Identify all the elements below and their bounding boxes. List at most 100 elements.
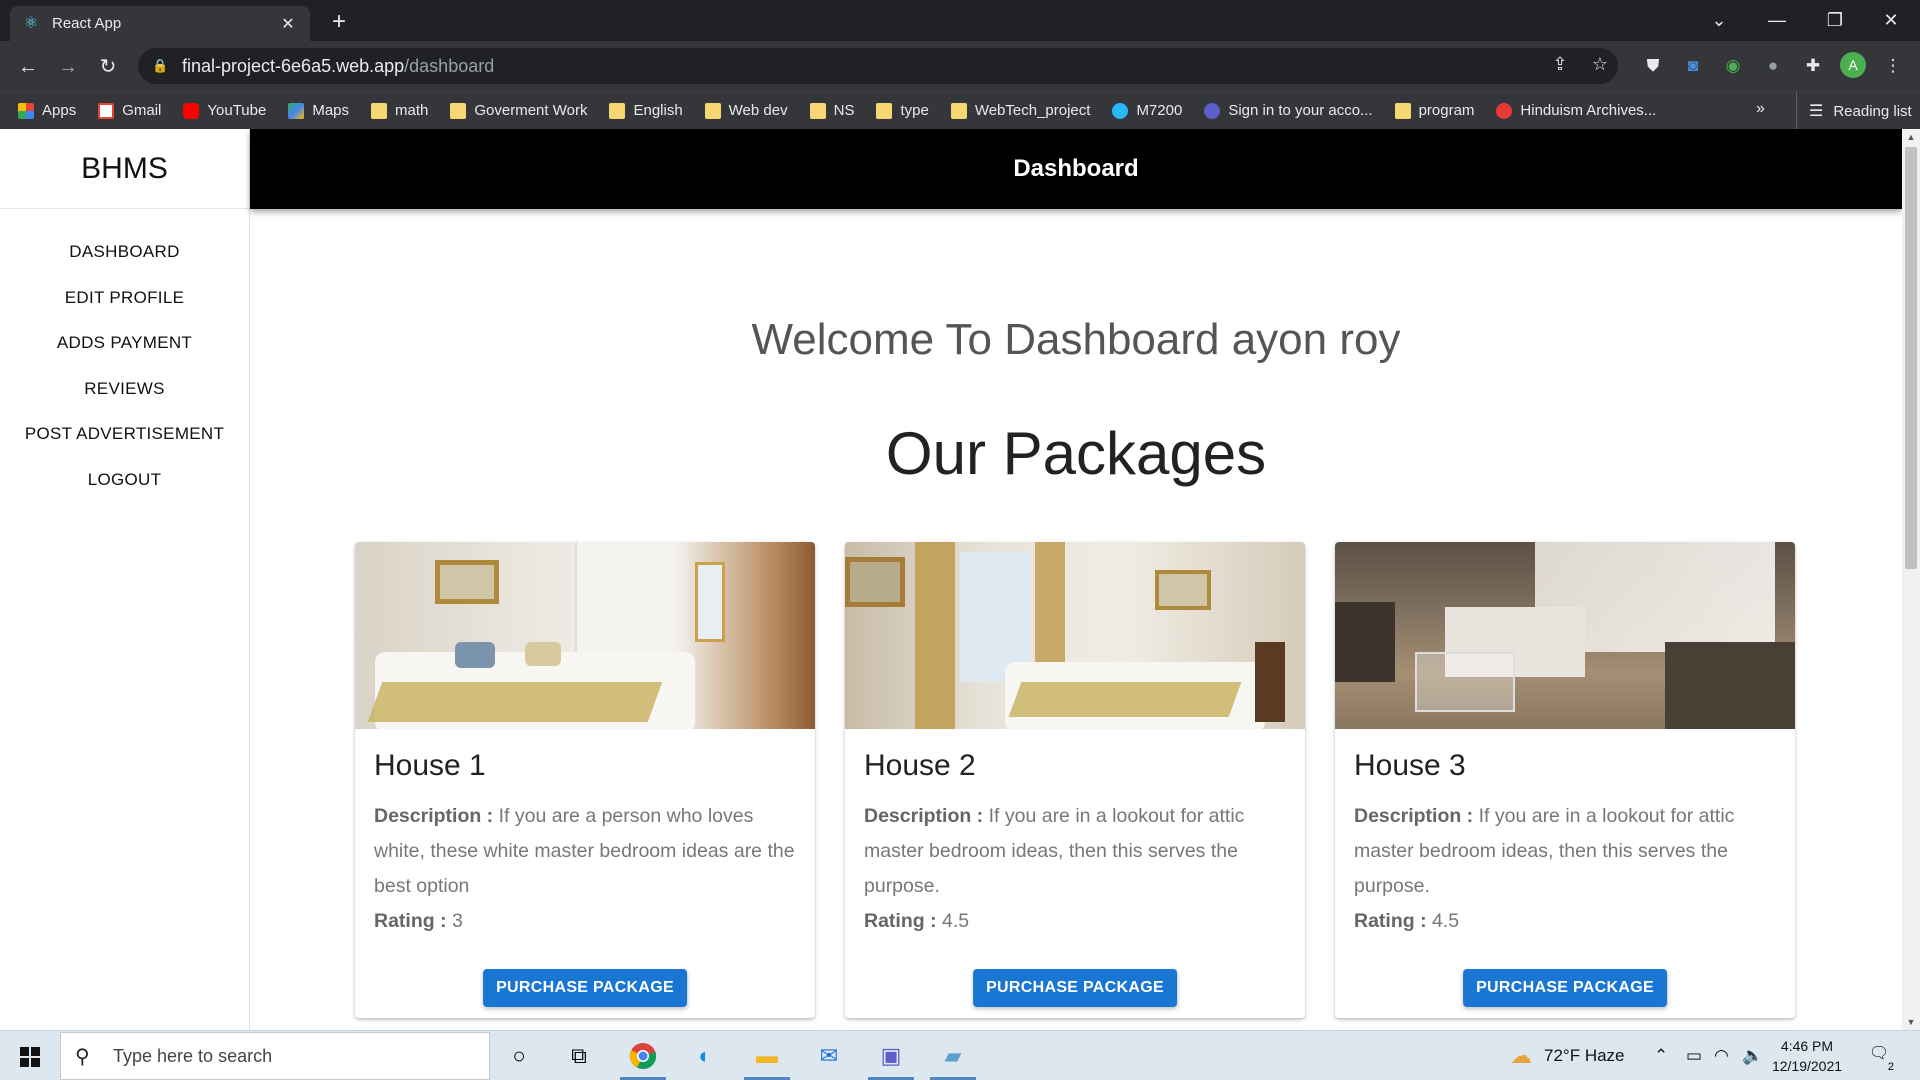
notification-center-icon[interactable]: 🗨 2 (1866, 1043, 1894, 1073)
page-viewport: BHMS DASHBOARD EDIT PROFILE ADDS PAYMENT RE… (0, 129, 1902, 1030)
browser-menu-icon[interactable]: ⋮ (1880, 53, 1906, 79)
bookmark-label: math (395, 102, 429, 119)
bookmark-sign-in-to-your-acco[interactable]: Sign in to your acco... (1204, 102, 1373, 119)
package-card: House 1 Description : If you are a perso… (355, 542, 815, 1018)
page-scrollbar[interactable]: ▲ ▼ (1902, 129, 1920, 1030)
folder-icon (876, 102, 893, 119)
minimize-icon[interactable]: — (1748, 0, 1806, 41)
bookmark-gmail[interactable]: Gmail (98, 102, 161, 119)
house-description: Description : If you are a person who lo… (374, 799, 796, 904)
purchase-package-button[interactable]: PURCHASE PACKAGE (483, 969, 687, 1007)
rating-value: 4.5 (942, 910, 970, 932)
house-photo (845, 542, 1305, 729)
youtube-icon (183, 102, 200, 119)
sidebar: BHMS DASHBOARD EDIT PROFILE ADDS PAYMENT RE… (0, 129, 250, 1030)
package-card: House 2 Description : If you are in a lo… (845, 542, 1305, 1018)
profile-avatar[interactable]: A (1840, 52, 1866, 78)
maps-icon (288, 102, 305, 119)
browser-tab[interactable]: ⚛ React App ✕ (10, 6, 310, 41)
show-hidden-icons-icon[interactable]: ⌃ (1654, 1031, 1668, 1080)
colorful-extension-icon[interactable]: ◉ (1720, 53, 1746, 79)
rating-label: Rating : (1354, 910, 1427, 932)
bookmark-label: Maps (312, 102, 350, 119)
purchase-package-button[interactable]: PURCHASE PACKAGE (973, 969, 1177, 1007)
edge-icon[interactable]: ◐ (688, 1039, 722, 1073)
bookmark-label: Apps (42, 102, 77, 119)
bookmark-label: Hinduism Archives... (1520, 102, 1657, 119)
brand-logo[interactable]: BHMS (0, 129, 249, 209)
bookmark-webtech-project[interactable]: WebTech_project (950, 102, 1090, 119)
bookmark-english[interactable]: English (609, 102, 683, 119)
packages-heading: Our Packages (885, 420, 1267, 487)
folder-icon (704, 102, 721, 119)
description-label: Description : (1354, 805, 1474, 827)
scroll-down-icon[interactable]: ▼ (1902, 1014, 1920, 1030)
new-tab-button[interactable]: + (326, 8, 352, 36)
house-rating: Rating : 4.5 (1354, 904, 1776, 939)
sidebar-menu: DASHBOARD EDIT PROFILE ADDS PAYMENT REVIEWS… (0, 241, 249, 514)
task-view-icon[interactable]: ⧉ (562, 1039, 596, 1073)
close-tab-icon[interactable]: ✕ (278, 14, 298, 34)
url-path: /dashboard (404, 55, 495, 76)
scroll-up-icon[interactable]: ▲ (1902, 129, 1920, 145)
wifi-icon[interactable]: ◠ (1714, 1031, 1729, 1080)
bookmark-web-dev[interactable]: Web dev (704, 102, 788, 119)
start-button[interactable] (10, 1040, 50, 1072)
sidebar-item-logout[interactable]: LOGOUT (0, 469, 249, 515)
purchase-package-button[interactable]: PURCHASE PACKAGE (1463, 969, 1667, 1007)
app-bar: Dashboard (250, 129, 1902, 209)
bookmark-program[interactable]: program (1394, 102, 1474, 119)
bookmark-label: NS (833, 102, 855, 119)
clock-date: 12/19/2021 (1771, 1058, 1843, 1074)
taskbar-search-box[interactable]: ⚲ Type here to search (60, 1032, 490, 1080)
back-icon[interactable]: ← (14, 53, 42, 81)
notepad-app-icon[interactable]: ▰ (936, 1039, 970, 1073)
sidebar-item-edit-profile[interactable]: EDIT PROFILE (0, 287, 249, 333)
bookmark-label: Gmail (122, 102, 162, 119)
url-text[interactable]: final-project-6e6a5.web.app/dashboard (182, 56, 494, 77)
bookmark-maps[interactable]: Maps (288, 102, 349, 119)
chrome-icon[interactable] (626, 1039, 660, 1073)
description-label: Description : (864, 805, 984, 827)
address-bar[interactable]: 🔒 final-project-6e6a5.web.app/dashboard … (138, 48, 1618, 84)
sidebar-item-adds-payment[interactable]: ADDS PAYMENT (0, 332, 249, 378)
bookmark-youtube[interactable]: YouTube (183, 102, 266, 119)
bookmark-goverment-work[interactable]: Goverment Work (450, 102, 587, 119)
teams-icon[interactable]: ▣ (874, 1039, 908, 1073)
sidebar-item-post-advertisement[interactable]: POST ADVERTISEMENT (0, 423, 249, 469)
weather-widget[interactable]: ☁ 72°F Haze (1510, 1031, 1625, 1080)
shield-extension-icon[interactable]: ⛊ (1640, 53, 1666, 79)
tab-search-icon[interactable]: ⌄ (1690, 0, 1748, 41)
bookmark-ns[interactable]: NS (809, 102, 855, 119)
scrollbar-thumb[interactable] (1905, 147, 1917, 569)
bookmark-type[interactable]: type (876, 102, 929, 119)
bookmark-m7200[interactable]: M7200 (1112, 102, 1182, 119)
cortana-icon[interactable]: ○ (502, 1039, 536, 1073)
rating-value: 3 (452, 910, 463, 932)
file-explorer-icon[interactable]: ▬ (750, 1039, 784, 1073)
bookmarks-overflow-icon[interactable]: » (1756, 100, 1765, 118)
reading-list-button[interactable]: ☰ Reading list (1796, 92, 1912, 130)
bookmark-math[interactable]: math (371, 102, 428, 119)
volume-icon[interactable]: 🔈 (1742, 1031, 1763, 1080)
bookmark-apps[interactable]: Apps (18, 102, 76, 119)
sidebar-item-reviews[interactable]: REVIEWS (0, 378, 249, 424)
bulb-extension-icon[interactable]: ● (1760, 53, 1786, 79)
extensions-puzzle-icon[interactable]: ✚ (1800, 53, 1826, 79)
mail-icon[interactable]: ✉ (812, 1039, 846, 1073)
sidebar-item-dashboard[interactable]: DASHBOARD (0, 241, 249, 287)
bookmark-star-icon[interactable]: ☆ (1588, 54, 1612, 75)
screenshot-extension-icon[interactable]: ◙ (1680, 53, 1706, 79)
bookmark-hinduism-archives[interactable]: Hinduism Archives... (1496, 102, 1656, 119)
close-window-icon[interactable]: ✕ (1862, 0, 1920, 41)
teams-icon (1204, 102, 1221, 119)
system-clock[interactable]: 4:46 PM 12/19/2021 (1762, 1036, 1852, 1076)
restore-icon[interactable]: ❐ (1806, 0, 1864, 41)
reload-icon[interactable]: ↻ (94, 53, 122, 81)
forward-icon[interactable]: → (54, 53, 82, 81)
share-icon[interactable]: ⇪ (1548, 54, 1572, 75)
bookmarks-bar: Apps Gmail YouTube Maps math Goverment Work En… (0, 91, 1920, 130)
bookmark-label: Sign in to your acco... (1228, 102, 1373, 119)
house-description: Description : If you are in a lookout fo… (1354, 799, 1776, 904)
battery-icon[interactable]: ▭ (1686, 1031, 1702, 1080)
